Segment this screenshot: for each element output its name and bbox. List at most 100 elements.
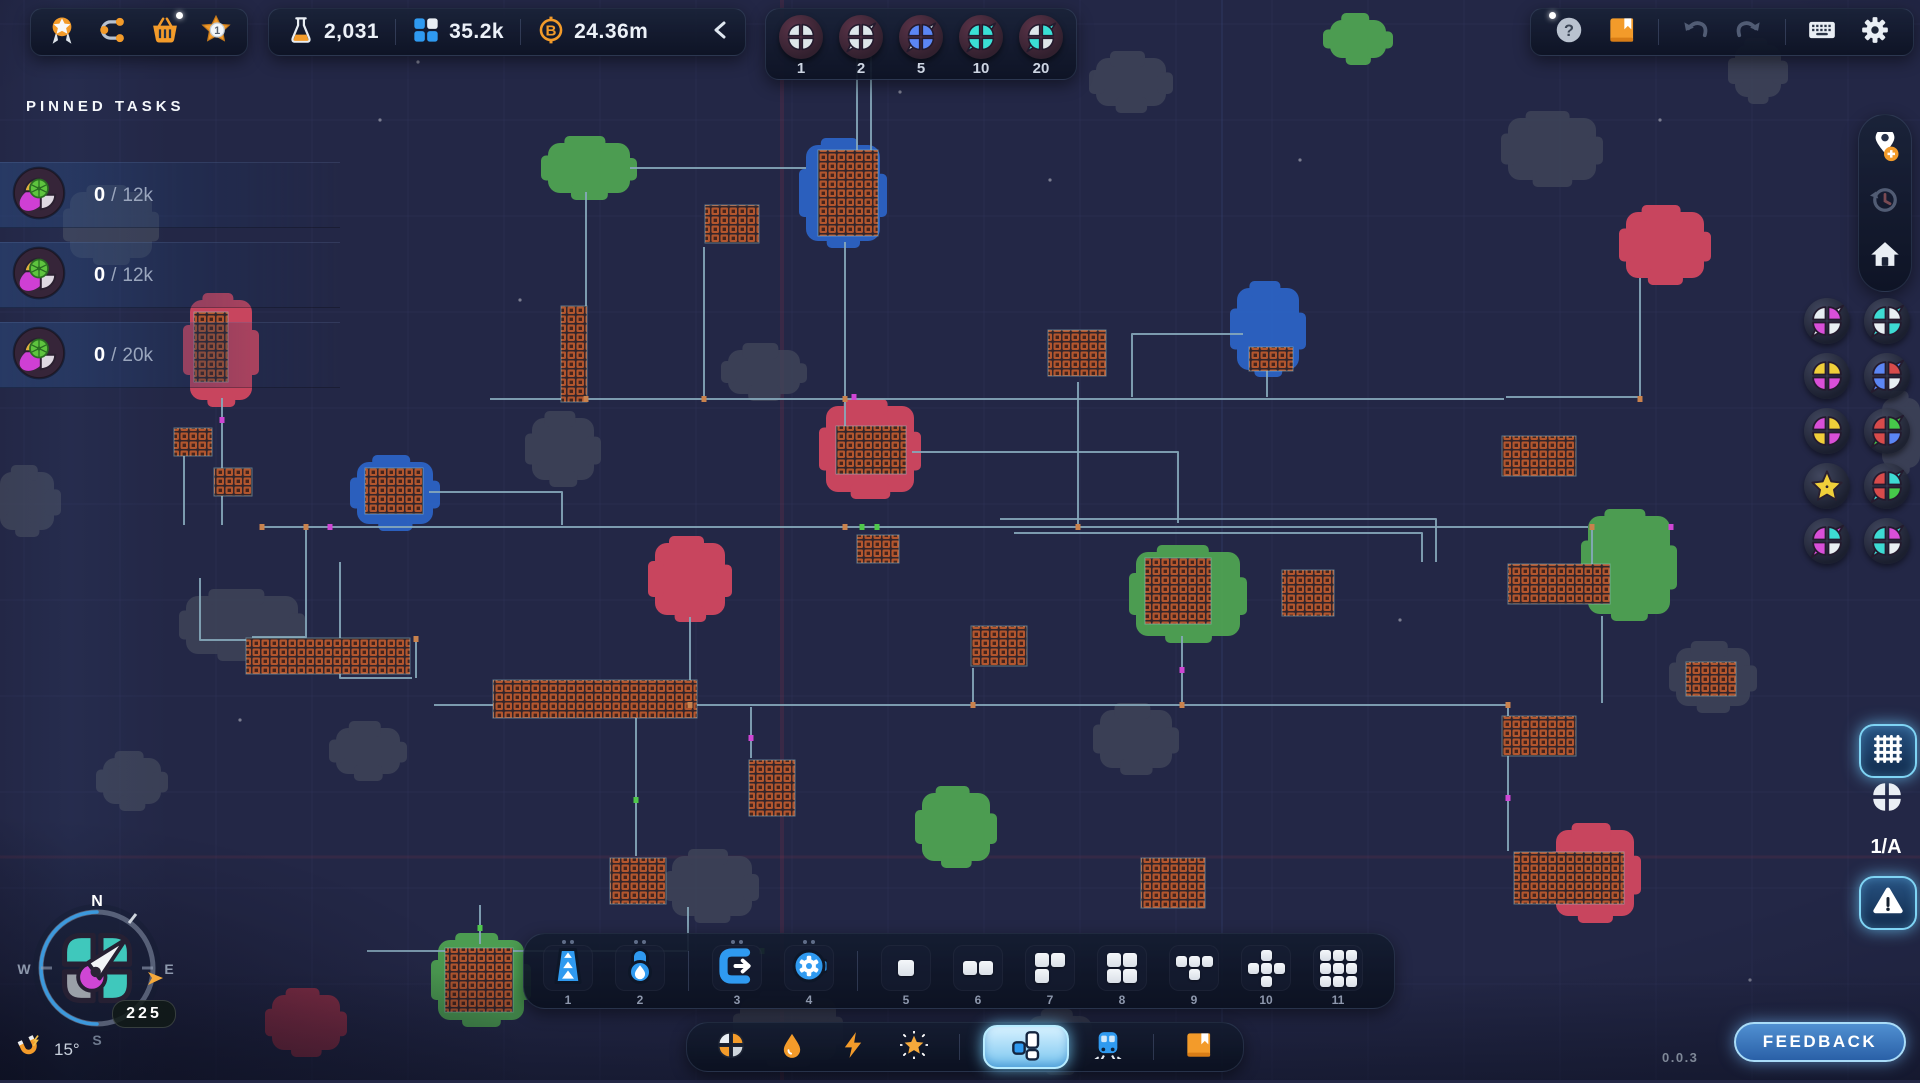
pinned-task-row[interactable]: 0/20k <box>0 322 340 388</box>
task-separator: / <box>111 345 116 366</box>
operator-shape-icon[interactable] <box>1804 298 1850 344</box>
task-separator: / <box>111 185 116 206</box>
milestone-20[interactable]: 20 <box>1018 15 1064 77</box>
shapes-view-button[interactable] <box>709 1025 753 1069</box>
coin-icon: B <box>537 16 565 49</box>
settings-button[interactable] <box>1853 10 1897 54</box>
slot-icon-box <box>784 945 834 991</box>
hotbar-slot-8[interactable]: 8 <box>1092 935 1152 1007</box>
slot-indicator-dots <box>562 938 574 945</box>
book-icon <box>1185 1031 1213 1064</box>
layer-indicator: 1/A <box>1857 836 1915 859</box>
warnings-button[interactable] <box>1859 876 1917 930</box>
achievements-button[interactable] <box>40 10 84 54</box>
slot-number: 8 <box>1119 993 1126 1007</box>
slot-icon-box <box>1169 945 1219 991</box>
slot-number: 4 <box>806 993 813 1007</box>
pinned-task-row[interactable]: 0/12k <box>0 242 340 308</box>
platform-layout-icon <box>898 960 914 976</box>
pinned-task-row[interactable]: 0/12k <box>0 162 340 228</box>
game-viewport[interactable]: 1 2,03135.2kB24.36m 1251020 ? PINNED TAS… <box>0 0 1920 1080</box>
help-button[interactable]: ? <box>1547 10 1591 54</box>
divider <box>1658 19 1659 45</box>
notification-dot <box>176 12 183 19</box>
guide-button[interactable] <box>1177 1025 1221 1069</box>
slot-number: 9 <box>1191 993 1198 1007</box>
hotbar-slot-11[interactable]: 11 <box>1308 935 1368 1007</box>
operator-shape-icon[interactable] <box>1804 463 1850 509</box>
energy-view-button[interactable] <box>831 1025 875 1069</box>
operator-shape-icon[interactable] <box>1804 353 1850 399</box>
platform-layout-icon <box>1176 956 1213 980</box>
belt-icon <box>550 948 586 989</box>
hotbar-slot-4[interactable]: 4 <box>779 935 839 1007</box>
trains-view-button[interactable] <box>1086 1025 1130 1069</box>
hotbar-slot-2[interactable]: 2 <box>610 935 670 1007</box>
hotbar-slot-6[interactable]: 6 <box>948 935 1008 1007</box>
operator-shape-icon[interactable] <box>1864 353 1910 399</box>
hotbar-slot-1[interactable]: 1 <box>538 935 598 1007</box>
task-target: 20k <box>122 345 153 366</box>
milestone-shape-icon <box>959 15 1003 59</box>
feedback-button[interactable]: FEEDBACK <box>1734 1022 1906 1062</box>
milestone-10[interactable]: 10 <box>958 15 1004 77</box>
journal-button[interactable] <box>1600 10 1644 54</box>
operator-shape-icon[interactable] <box>1804 408 1850 454</box>
operator-shape-icon[interactable] <box>1864 408 1910 454</box>
shortcuts-button[interactable] <box>1800 10 1844 54</box>
operator-shape-icon[interactable] <box>1804 518 1850 564</box>
undo-button[interactable] <box>1674 10 1718 54</box>
task-current: 0 <box>94 184 105 206</box>
layout-view-button[interactable] <box>983 1025 1069 1069</box>
divider <box>688 951 689 991</box>
blueprint-currency: B 24.36m <box>527 16 658 49</box>
effects-view-button[interactable] <box>892 1025 936 1069</box>
slot-icon-box <box>543 945 593 991</box>
machine-icon <box>791 948 827 989</box>
redo-button[interactable] <box>1726 10 1770 54</box>
redo-icon <box>1734 16 1762 49</box>
hotbar-slot-10[interactable]: 10 <box>1236 935 1296 1007</box>
milestone-1[interactable]: 1 <box>778 15 824 77</box>
extractor-icon <box>719 948 755 989</box>
compass-heading: 225 <box>112 1000 176 1028</box>
research-points: 2,031 <box>277 16 389 49</box>
hotbar-slot-3[interactable]: 3 <box>707 935 767 1007</box>
divider <box>1153 1034 1154 1060</box>
keyboard-icon <box>1808 16 1836 49</box>
hotbar-slot-7[interactable]: 7 <box>1020 935 1080 1007</box>
home-button[interactable] <box>1863 234 1907 278</box>
milestone-5[interactable]: 5 <box>898 15 944 77</box>
slot-icon-box <box>881 945 931 991</box>
task-target: 12k <box>122 265 153 286</box>
book-icon <box>1608 16 1636 49</box>
blueprint-currency-value: 24.36m <box>574 20 648 44</box>
milestone-count-label: 1 <box>797 60 805 77</box>
slot-number: 1 <box>565 993 572 1007</box>
level-badge-button[interactable]: 1 <box>195 10 239 54</box>
grid-toggle-button[interactable] <box>1859 724 1917 778</box>
slot-number: 2 <box>637 993 644 1007</box>
magnet-icon <box>16 1034 42 1065</box>
slot-number: 6 <box>975 993 982 1007</box>
operator-shape-icon[interactable] <box>1864 463 1910 509</box>
basket-icon <box>150 15 180 50</box>
bolt-icon <box>839 1031 867 1064</box>
operator-shape-icon[interactable] <box>1864 298 1910 344</box>
milestone-count-label: 5 <box>917 60 925 77</box>
shop-button[interactable] <box>143 10 187 54</box>
operator-shape-icon[interactable] <box>1864 518 1910 564</box>
hotbar-slot-9[interactable]: 9 <box>1164 935 1224 1007</box>
slot-icon-box <box>1241 945 1291 991</box>
milestone-2[interactable]: 2 <box>838 15 884 77</box>
hotbar-slot-5[interactable]: 5 <box>876 935 936 1007</box>
research-tree-button[interactable] <box>92 10 136 54</box>
task-progress: 0/20k <box>94 344 153 367</box>
history-button[interactable] <box>1863 181 1907 225</box>
quartered-shape-icon <box>717 1031 745 1064</box>
collapse-resources-button[interactable] <box>703 10 737 54</box>
add-waypoint-button[interactable] <box>1863 128 1907 172</box>
task-separator: / <box>111 265 116 286</box>
research-points-value: 2,031 <box>324 20 379 44</box>
fluids-view-button[interactable] <box>770 1025 814 1069</box>
